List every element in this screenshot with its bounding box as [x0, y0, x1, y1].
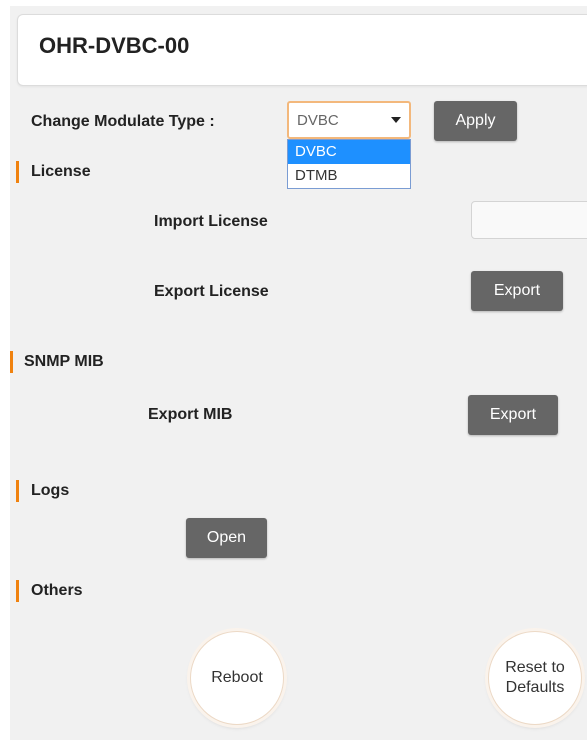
export-mib-label: Export MIB — [148, 406, 233, 423]
modulate-type-value: DVBC — [297, 112, 339, 129]
reboot-button[interactable]: Reboot — [190, 631, 284, 725]
export-license-label: Export License — [154, 283, 269, 300]
logs-heading: Logs — [31, 482, 70, 499]
import-license-file-field[interactable] — [471, 201, 587, 239]
snmp-mib-heading: SNMP MIB — [24, 353, 104, 370]
reset-to-defaults-button[interactable]: Reset to Defaults — [488, 631, 582, 725]
modulate-type-select[interactable]: DVBC — [287, 101, 411, 139]
option-dvbc[interactable]: DVBC — [288, 140, 410, 164]
open-logs-button[interactable]: Open — [186, 518, 267, 558]
option-dtmb[interactable]: DTMB — [288, 164, 410, 188]
license-section-marker — [16, 161, 19, 183]
others-heading: Others — [31, 582, 83, 599]
chevron-down-icon[interactable] — [391, 117, 401, 123]
license-heading: License — [31, 163, 91, 180]
import-license-label: Import License — [154, 213, 268, 230]
others-section-marker — [16, 580, 19, 602]
export-mib-button[interactable]: Export — [468, 395, 558, 435]
modulate-type-dropdown: DVBC DTMB — [287, 139, 411, 189]
snmp-section-marker — [10, 351, 13, 373]
apply-button[interactable]: Apply — [434, 101, 517, 141]
modulate-type-label: Change Modulate Type : — [31, 113, 215, 130]
page-title: OHR-DVBC-00 — [39, 33, 190, 58]
logs-section-marker — [16, 480, 19, 502]
export-license-button[interactable]: Export — [471, 271, 563, 311]
